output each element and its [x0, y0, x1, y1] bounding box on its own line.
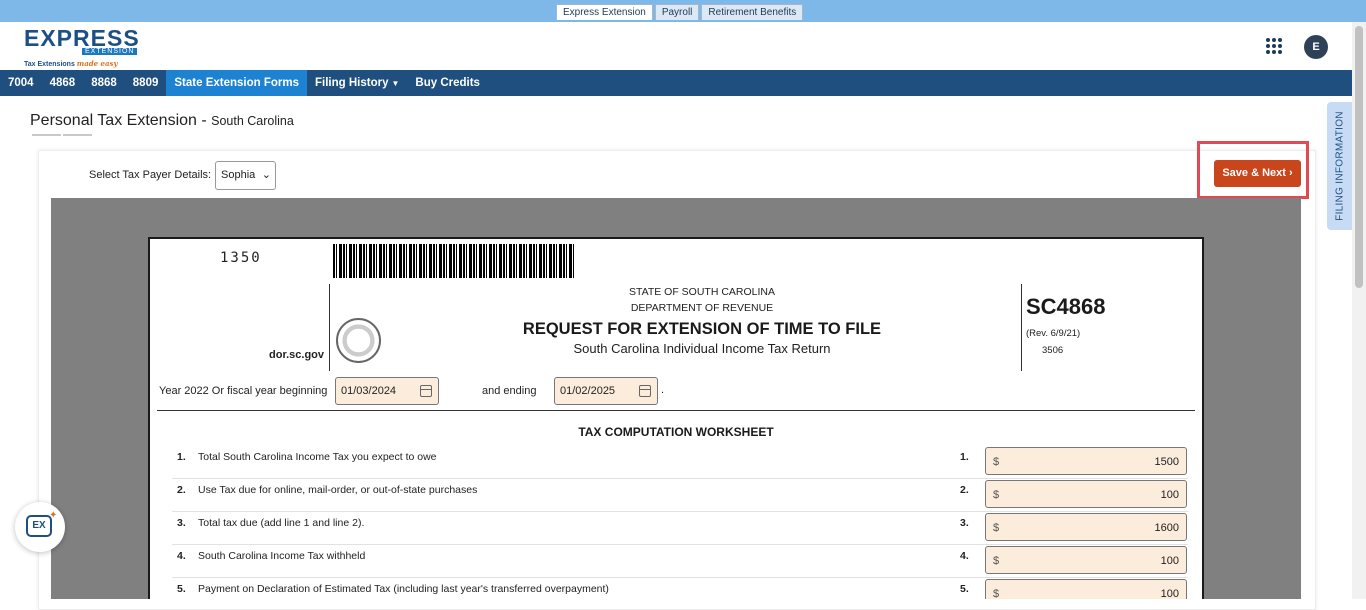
divider — [1021, 284, 1022, 371]
divider — [157, 410, 1195, 411]
period-mark: . — [661, 384, 665, 396]
form-title: REQUEST FOR EXTENSION OF TIME TO FILE — [522, 320, 882, 338]
end-date-input[interactable]: 01/02/2025 — [554, 377, 658, 405]
taxpayer-select[interactable]: Sophia ⌄ — [215, 161, 276, 190]
amount-input[interactable]: $100 — [985, 480, 1187, 508]
line-number-right: 3. — [960, 517, 969, 529]
taxpayer-label: Select Tax Payer Details: — [89, 169, 212, 181]
form-number-code: 1350 — [220, 250, 262, 266]
row-separator — [172, 544, 1188, 545]
nav-item-filing-history[interactable]: Filing History ▼ — [307, 70, 407, 96]
product-tabs: Express Extension Payroll Retirement Ben… — [556, 4, 804, 20]
amount-input[interactable]: $1600 — [985, 513, 1187, 541]
form-code: 3506 — [1042, 345, 1064, 356]
state-name: STATE OF SOUTH CAROLINA — [628, 286, 776, 298]
barcode-image — [333, 244, 574, 278]
calendar-icon[interactable] — [420, 385, 432, 397]
amount-input[interactable]: $100 — [985, 579, 1187, 600]
line-number: 3. — [177, 517, 186, 529]
user-avatar[interactable]: E — [1304, 35, 1328, 59]
begin-date-input[interactable]: 01/03/2024 — [335, 377, 439, 405]
and-ending-label: and ending — [482, 385, 537, 397]
scroll-thumb[interactable] — [1355, 26, 1363, 288]
line-text: Use Tax due for online, mail-order, or o… — [198, 484, 478, 496]
apps-grid-icon[interactable] — [1266, 38, 1283, 55]
dor-website: dor.sc.gov — [269, 349, 325, 361]
line-number: 5. — [177, 583, 186, 595]
divider — [329, 284, 330, 371]
row-separator — [172, 577, 1188, 578]
line-number: 4. — [177, 550, 186, 562]
line-number-right: 5. — [960, 583, 969, 595]
app-header: EXPRESS EXTENSION Tax Extensions made ea… — [0, 22, 1352, 70]
nav-item-state-extension-forms[interactable]: State Extension Forms — [166, 70, 307, 96]
title-underline — [32, 134, 92, 136]
row-separator — [172, 478, 1188, 479]
line-text: South Carolina Income Tax withheld — [198, 550, 366, 562]
line-text: Total South Carolina Income Tax you expe… — [198, 451, 437, 463]
tab-express-extension[interactable]: Express Extension — [556, 4, 653, 20]
line-number: 2. — [177, 484, 186, 496]
page-subtitle: South Carolina — [211, 114, 294, 128]
nav-item-7004[interactable]: 7004 — [0, 70, 42, 96]
page-title: Personal Tax Extension - South Carolina — [30, 112, 294, 129]
worksheet-title: TAX COMPUTATION WORKSHEET — [578, 425, 774, 439]
main-nav: 7004 4868 8868 8809 State Extension Form… — [0, 70, 1352, 96]
tab-payroll[interactable]: Payroll — [654, 4, 700, 20]
nav-item-8809[interactable]: 8809 — [125, 70, 167, 96]
row-separator — [172, 511, 1188, 512]
chat-assistant-button[interactable]: EX ✦ — [15, 502, 65, 552]
state-seal-icon — [336, 318, 381, 363]
year-label: Year 2022 Or fiscal year beginning — [159, 385, 328, 397]
line-number-right: 1. — [960, 451, 969, 463]
line-number: 1. — [177, 451, 186, 463]
sparkle-icon: ✦ — [49, 510, 58, 521]
line-number-right: 2. — [960, 484, 969, 496]
amount-input[interactable]: $100 — [985, 546, 1187, 574]
chevron-down-icon: ▼ — [391, 79, 400, 88]
form-revision: (Rev. 6/9/21) — [1026, 328, 1081, 339]
nav-item-8868[interactable]: 8868 — [83, 70, 125, 96]
form-subtitle: South Carolina Individual Income Tax Ret… — [573, 341, 831, 356]
nav-item-buy-credits[interactable]: Buy Credits — [407, 70, 488, 96]
logo-tagline: Tax Extensions made easy — [24, 59, 118, 68]
amount-input[interactable]: $1500 — [985, 447, 1187, 475]
logo-main-text: EXPRESS — [24, 25, 140, 51]
tab-retirement-benefits[interactable]: Retirement Benefits — [701, 4, 804, 20]
line-text: Total tax due (add line 1 and line 2). — [198, 517, 365, 529]
line-number-right: 4. — [960, 550, 969, 562]
filing-information-tab[interactable]: FILING INFORMATION — [1327, 102, 1352, 230]
chevron-down-icon: ⌄ — [261, 169, 271, 181]
brand-logo[interactable]: EXPRESS EXTENSION Tax Extensions made ea… — [24, 25, 140, 69]
calendar-icon[interactable] — [639, 385, 651, 397]
save-next-button[interactable]: Save & Next › — [1214, 160, 1301, 187]
logo-sub-text: EXTENSION — [82, 48, 138, 55]
form-id: SC4868 — [1026, 294, 1106, 319]
page-scrollbar[interactable] — [1352, 22, 1366, 599]
department-name: DEPARTMENT OF REVENUE — [630, 302, 774, 314]
nav-item-4868[interactable]: 4868 — [42, 70, 84, 96]
line-text: Payment on Declaration of Estimated Tax … — [198, 583, 609, 595]
